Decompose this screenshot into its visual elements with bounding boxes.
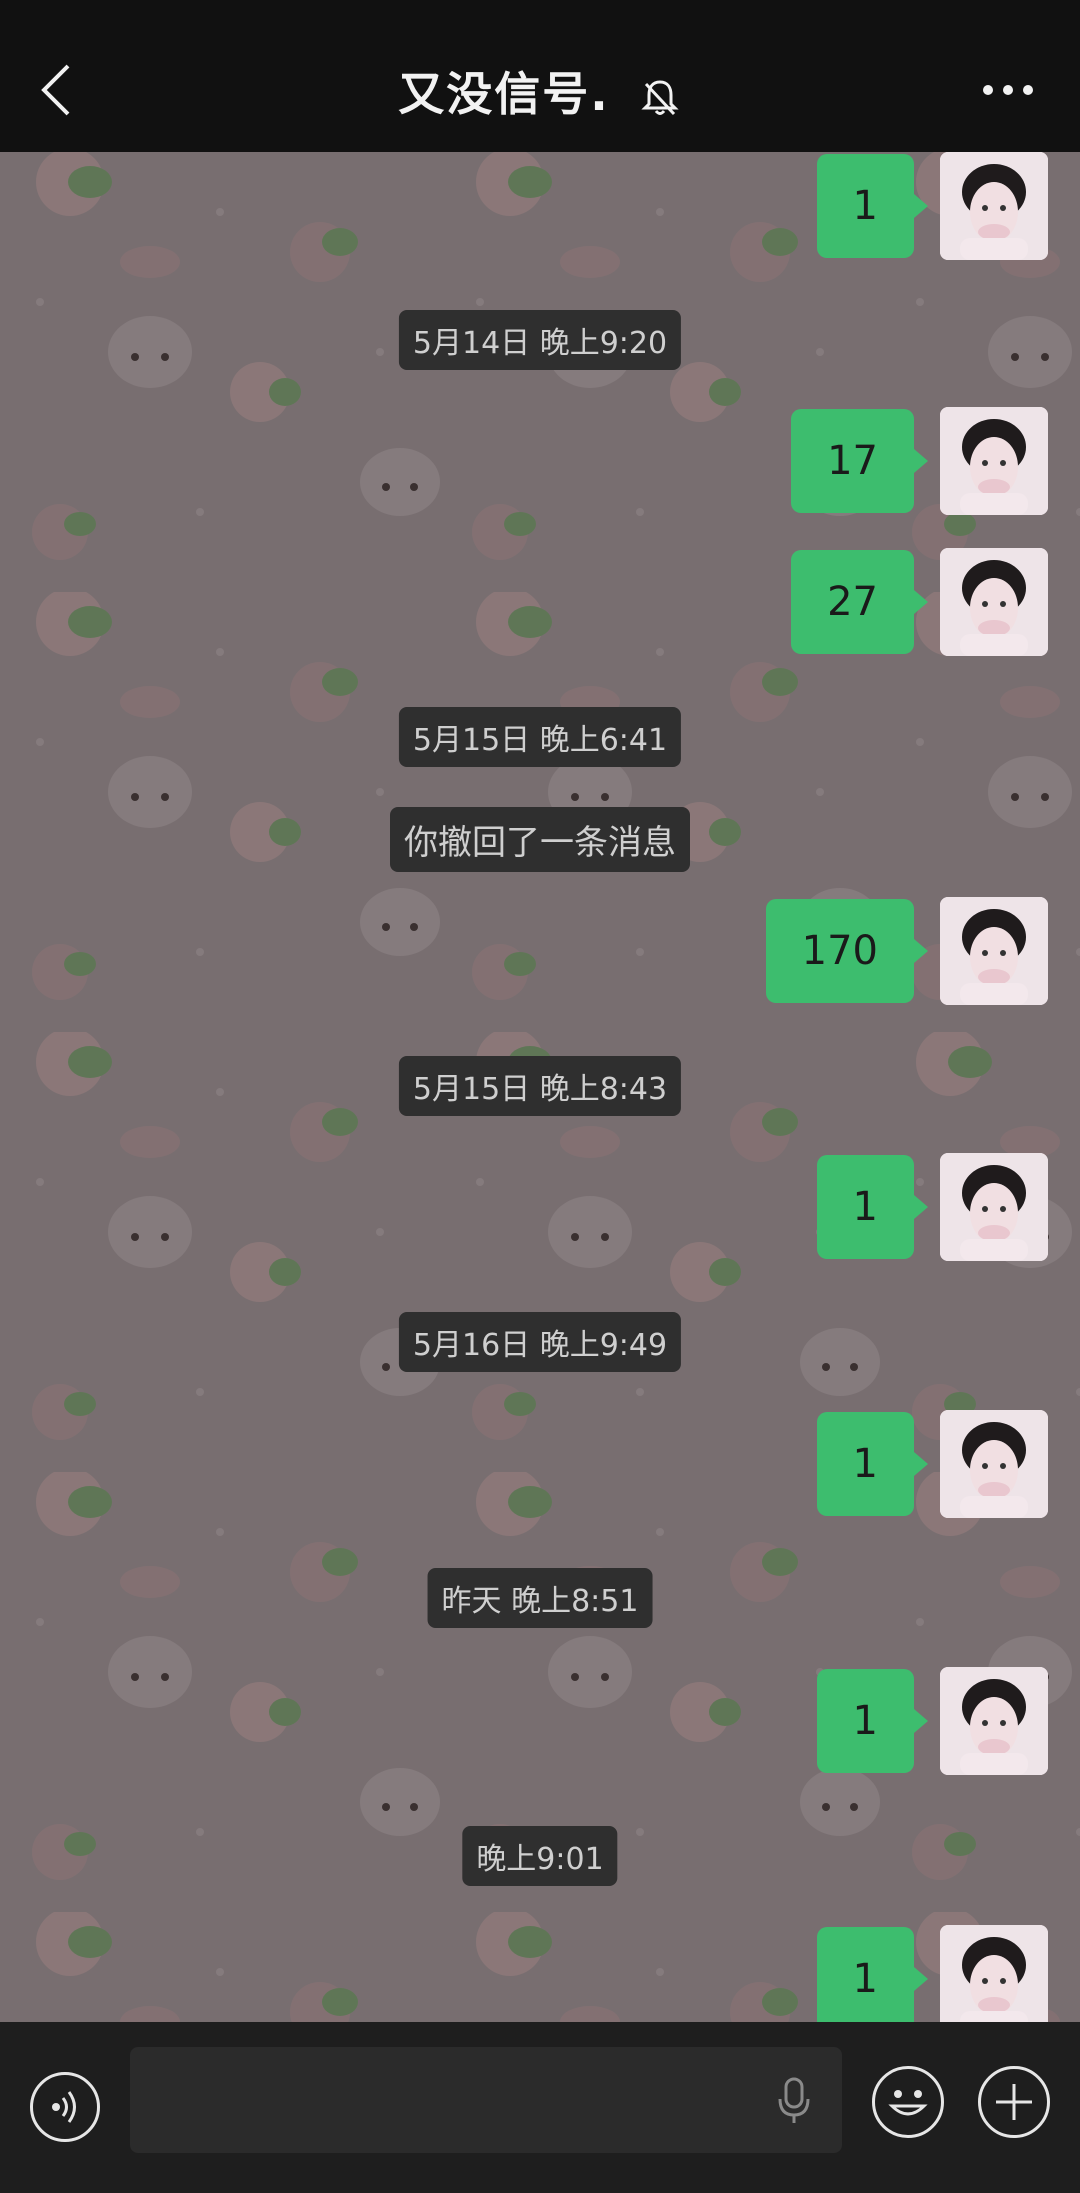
emoji-icon [888, 2090, 928, 2116]
message-bubble[interactable]: 170 [765, 899, 929, 1003]
message-bubble[interactable]: 1 [816, 1927, 929, 2022]
avatar-image [940, 1667, 1048, 1775]
more-dots-icon[interactable] [978, 70, 1038, 110]
avatar[interactable] [940, 1410, 1048, 1518]
avatar-image [940, 897, 1048, 1005]
chat-title-text: 又没信号. [398, 67, 610, 121]
message-row: 27 [791, 548, 1048, 656]
avatar[interactable] [940, 152, 1048, 260]
avatar[interactable] [940, 1925, 1048, 2022]
avatar-image [940, 152, 1048, 260]
avatar-image [940, 1153, 1048, 1261]
timestamp: 5月15日 晚上6:41 [398, 707, 682, 767]
emoji-button[interactable] [872, 2066, 944, 2138]
mute-bell-icon [641, 79, 679, 115]
avatar[interactable] [940, 897, 1048, 1005]
message-bubble[interactable]: 1 [816, 1669, 929, 1773]
avatar[interactable] [940, 1153, 1048, 1261]
avatar[interactable] [940, 548, 1048, 656]
message-bubble[interactable]: 17 [791, 409, 928, 513]
avatar-image [940, 407, 1048, 515]
avatar[interactable] [940, 407, 1048, 515]
message-bubble[interactable]: 1 [816, 1412, 929, 1516]
plus-button[interactable] [978, 2066, 1050, 2138]
avatar-image [940, 548, 1048, 656]
timestamp: 5月16日 晚上9:49 [398, 1312, 682, 1372]
message-input[interactable] [130, 2047, 842, 2153]
chat-header: 又没信号. [0, 0, 1080, 152]
message-row: 1 [816, 1410, 1048, 1518]
timestamp: 昨天 晚上8:51 [427, 1568, 653, 1628]
chat-area[interactable]: 1 5月14日 晚上9:20 17 27 5月15日 晚上6:41 你撤回了一条消息 170… [0, 152, 1080, 2022]
voice-toggle-button[interactable] [30, 2072, 100, 2142]
avatar[interactable] [940, 1667, 1048, 1775]
message-row: 17 [791, 407, 1048, 515]
message-row: 1 [816, 1925, 1048, 2022]
plus-icon [996, 2084, 1032, 2120]
message-row: 1 [816, 1667, 1048, 1775]
avatar-image [940, 1410, 1048, 1518]
message-row: 1 [816, 1153, 1048, 1261]
message-bubble[interactable]: 27 [791, 550, 928, 654]
chat-title: 又没信号. [0, 58, 1080, 124]
message-row: 1 [816, 152, 1048, 260]
timestamp: 5月15日 晚上8:43 [398, 1056, 682, 1116]
timestamp: 5月14日 晚上9:20 [398, 310, 682, 370]
message-row: 170 [765, 897, 1048, 1005]
message-bubble[interactable]: 1 [816, 154, 929, 258]
message-bubble[interactable]: 1 [816, 1155, 929, 1259]
input-bar [0, 2022, 1080, 2193]
microphone-icon[interactable] [776, 2077, 812, 2125]
recall-notice: 你撤回了一条消息 [390, 807, 690, 872]
timestamp: 晚上9:01 [462, 1826, 618, 1886]
voice-toggle-icon [52, 2091, 76, 2123]
avatar-image [940, 1925, 1048, 2022]
